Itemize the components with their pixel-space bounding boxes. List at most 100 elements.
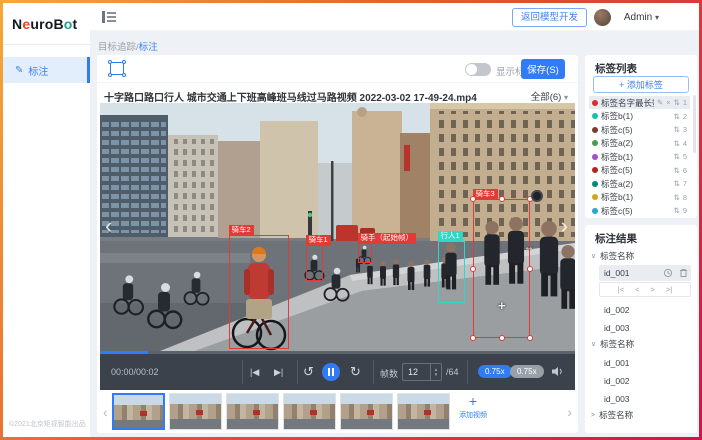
resize-handle[interactable]	[470, 335, 476, 341]
box-action-handle[interactable]	[531, 190, 543, 202]
prev-frame-button[interactable]: |◀	[250, 367, 259, 378]
result-group[interactable]: ∨ 标签名称	[591, 338, 691, 350]
pager-next-button[interactable]: >	[651, 285, 655, 294]
label-name: 标签a(2)	[601, 137, 671, 149]
result-group[interactable]: ∨ 标签名称	[591, 250, 691, 262]
result-item[interactable]: id_003	[599, 391, 691, 407]
label-list-item[interactable]: 标签a(2) ⇅ 7	[589, 177, 690, 190]
add-label-button[interactable]: + 添加标签	[593, 76, 689, 93]
top-header: 返回模型开发 Admin ▾	[90, 3, 699, 31]
label-list-item[interactable]: 标签b(1) ⇅ 8	[589, 191, 690, 204]
filmstrip-thumbnail[interactable]	[169, 393, 222, 430]
pager-last-button[interactable]: >|	[666, 285, 672, 294]
strip-prev-chevron[interactable]: ‹	[103, 404, 108, 420]
resize-handle[interactable]	[470, 196, 476, 202]
logo-part: t	[73, 16, 78, 32]
filmstrip-thumbnail[interactable]	[112, 393, 165, 430]
sort-icon[interactable]: ⇅	[674, 98, 680, 107]
user-menu[interactable]: Admin ▾	[624, 12, 659, 23]
speed-pill-active[interactable]: 0.75x	[478, 365, 512, 378]
sidebar-item-annotation[interactable]: ✎ 标注	[3, 57, 90, 83]
label-list-item[interactable]: 标签b(1) ⇅ 2	[589, 110, 690, 123]
label-list-item[interactable]: 标签c(5) ⇅ 9	[589, 204, 690, 217]
result-item[interactable]: id_003	[599, 320, 691, 336]
sort-icon[interactable]: ⇅	[674, 152, 680, 161]
frame-number-input[interactable]	[403, 364, 430, 380]
label-list-item[interactable]: 标签b(1) ⇅ 5	[589, 150, 690, 163]
bbox-cyclist-2[interactable]: 骑车2	[229, 235, 289, 349]
label-list-item[interactable]: 标签c(5) ⇅ 3	[589, 123, 690, 136]
prev-video-chevron[interactable]: ‹	[105, 215, 112, 237]
save-button[interactable]: 保存(S)	[521, 59, 565, 79]
next-video-chevron[interactable]: ›	[561, 215, 568, 237]
edit-icon[interactable]: ✎	[657, 98, 663, 107]
bbox-cyclist-3-selected[interactable]: 骑车3 + ↔	[473, 199, 530, 338]
label-color-dot	[592, 154, 598, 160]
show-annotation-toggle[interactable]	[465, 63, 491, 76]
filmstrip-thumbnail[interactable]	[283, 393, 336, 430]
result-item[interactable]: id_001	[599, 355, 691, 371]
step-down-icon[interactable]: ▼	[434, 372, 438, 377]
trash-icon[interactable]	[679, 268, 688, 278]
avatar[interactable]	[594, 9, 611, 26]
pager-first-button[interactable]: |<	[618, 285, 624, 294]
chevron-expand-icon: ∨	[591, 340, 596, 348]
result-item[interactable]: id_002	[599, 373, 691, 389]
sort-icon[interactable]: ⇅	[674, 193, 680, 202]
filmstrip-thumbnail[interactable]	[226, 393, 279, 430]
forward-button[interactable]: ↻	[350, 364, 361, 380]
resize-handle[interactable]	[527, 335, 533, 341]
result-item[interactable]: id_002	[599, 302, 691, 318]
sort-order: 3	[683, 125, 687, 134]
bounding-box-tool-icon[interactable]	[110, 62, 124, 75]
pause-button[interactable]	[322, 363, 340, 381]
sort-icon[interactable]: ⇅	[674, 179, 680, 188]
speed-pill-inactive[interactable]: 0.75x	[510, 365, 544, 378]
history-icon[interactable]	[663, 268, 673, 278]
strip-next-chevron[interactable]: ›	[567, 404, 572, 420]
back-to-model-dev-button[interactable]: 返回模型开发	[512, 8, 587, 27]
video-canvas[interactable]: 骑车2 骑车1 骑手（起始帧） 行人1 骑车3	[100, 103, 575, 351]
label-list-item[interactable]: 标签名字最长数... ✎ × ⇅ 1	[589, 96, 690, 109]
label-name: 标签b(1)	[601, 191, 671, 203]
bbox-pedestrian-1[interactable]: 行人1	[438, 241, 465, 303]
sort-icon[interactable]: ⇅	[674, 125, 680, 134]
rewind-button[interactable]: ↺	[303, 364, 314, 380]
collapse-sidebar-icon[interactable]	[102, 11, 116, 23]
next-frame-button[interactable]: ▶|	[274, 367, 283, 378]
logo-part: N	[12, 16, 22, 32]
result-item-id: id_001	[604, 268, 630, 278]
sort-icon[interactable]: ⇅	[674, 166, 680, 175]
sort-icon[interactable]: ⇅	[674, 206, 680, 215]
sort-icon[interactable]: ⇅	[674, 139, 680, 148]
add-video-button[interactable]: + 添加视频	[452, 393, 494, 430]
frame-stepper[interactable]: ▲ ▼	[430, 364, 441, 380]
result-item-id: id_003	[604, 394, 630, 404]
resize-handle[interactable]	[470, 266, 476, 272]
annotation-result-panel: 标注结果 ∨ 标签名称 id_001 |< < > >| id_002 id_	[585, 225, 697, 433]
breadcrumb-parent[interactable]: 目标追踪	[98, 42, 136, 53]
scrollbar-thumb[interactable]	[693, 95, 696, 153]
result-item[interactable]: id_001	[599, 265, 691, 281]
time-display: 00:00/00:02	[111, 367, 159, 377]
bbox-label: 骑车2	[229, 225, 254, 236]
close-icon[interactable]: ×	[666, 98, 670, 107]
bbox-cyclist-1[interactable]: 骑车1	[306, 245, 323, 281]
filmstrip-thumbnail[interactable]	[397, 393, 450, 430]
resize-handle[interactable]	[499, 196, 505, 202]
volume-icon[interactable]	[552, 366, 564, 377]
label-name: 标签c(5)	[601, 124, 671, 136]
label-list-item[interactable]: 标签a(2) ⇅ 4	[589, 137, 690, 150]
label-list-item[interactable]: 标签c(5) ⇅ 6	[589, 164, 690, 177]
filter-dropdown[interactable]: 全部(6) ▾	[531, 89, 568, 103]
pager-prev-button[interactable]: <	[635, 285, 639, 294]
sort-icon[interactable]: ⇅	[674, 112, 680, 121]
thumbnail-image	[114, 395, 163, 428]
resize-handle[interactable]	[527, 266, 533, 272]
filmstrip-thumbnail[interactable]	[340, 393, 393, 430]
plus-icon: +	[452, 393, 494, 410]
resize-handle[interactable]	[499, 335, 505, 341]
result-group[interactable]: > 标签名称	[591, 409, 691, 421]
copyright-text: ©2021北京矩视智能出品	[9, 419, 86, 429]
bbox-rider-start-frame[interactable]: 骑手（起始帧）	[358, 243, 372, 263]
